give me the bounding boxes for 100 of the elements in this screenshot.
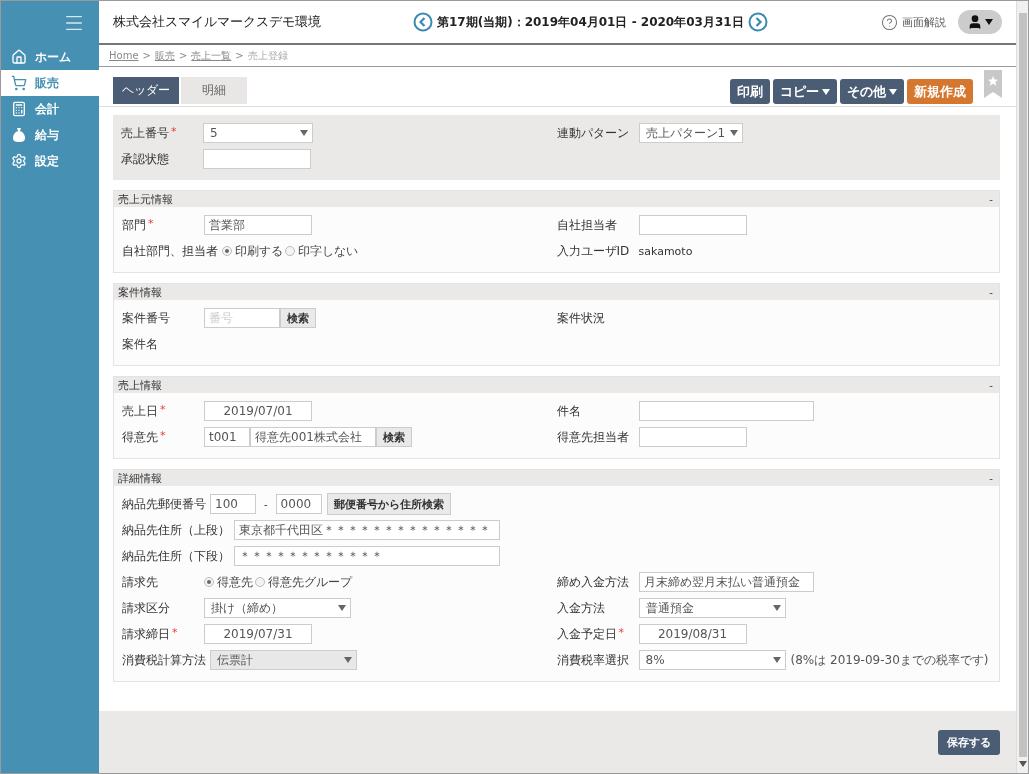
date-field[interactable]: 2019/07/01 <box>204 401 312 421</box>
tab[interactable]: ヘッダー <box>113 77 179 104</box>
input-field[interactable]: 0000 <box>275 494 322 514</box>
field-label: 得意先担当者 <box>556 428 629 446</box>
input-field[interactable]: 東京都千代田区＊＊＊＊＊＊＊＊＊＊＊＊＊＊ <box>234 520 500 540</box>
input-field[interactable]: 100 <box>210 494 256 514</box>
search-button[interactable]: 検索 <box>280 308 316 328</box>
field-label: 連動パターン <box>556 124 629 142</box>
input-field[interactable]: ＊＊＊＊＊＊＊＊＊＊＊＊ <box>234 546 500 566</box>
save-button[interactable]: 保存する <box>938 729 1000 755</box>
collapse-toggle[interactable]: - <box>989 193 993 205</box>
input-field[interactable]: 営業部 <box>204 215 312 235</box>
field-label: 案件名 <box>122 335 158 353</box>
home-icon <box>11 49 27 65</box>
collapse-toggle[interactable]: - <box>989 379 993 391</box>
company-name: 株式会社スマイルマークスデモ環境 <box>113 13 322 31</box>
sidebar-item[interactable]: 給与 <box>1 122 99 148</box>
date-field[interactable]: 2019/08/31 <box>638 624 747 644</box>
field-value: sakamoto <box>638 244 693 258</box>
radio-icon[interactable] <box>222 246 232 256</box>
caret-icon <box>300 130 308 136</box>
search-button[interactable]: 検索 <box>376 427 412 447</box>
user-icon <box>967 14 983 30</box>
breadcrumb-current: 売上登録 <box>247 48 288 63</box>
section-title: 売上情報 <box>118 377 162 393</box>
fiscal-period: 第17期(当期)：2019年04月01日 - 2020年03月31日 <box>437 13 744 31</box>
sidebar-item[interactable]: 会計 <box>1 96 99 122</box>
field-label: 納品先住所（下段） <box>122 547 230 565</box>
previous-period-icon[interactable] <box>413 12 433 32</box>
select-field[interactable]: 8% <box>638 650 786 670</box>
required-mark: * <box>160 428 166 444</box>
tab[interactable]: 明細 <box>181 77 247 104</box>
input-field[interactable] <box>638 215 747 235</box>
field-label: 承認状態 <box>121 150 169 168</box>
input-field[interactable] <box>203 149 311 169</box>
calculator-icon <box>11 101 27 117</box>
input-field[interactable]: t001 <box>204 427 250 447</box>
breadcrumb-link[interactable]: Home <box>109 50 139 61</box>
breadcrumb-link[interactable]: 販売 <box>154 48 175 63</box>
section-title: 詳細情報 <box>118 470 162 486</box>
caret-icon <box>822 88 830 95</box>
action-button[interactable]: コピー <box>773 79 837 104</box>
required-mark: * <box>160 402 166 418</box>
cart-icon <box>11 75 27 91</box>
caret-icon <box>985 19 993 25</box>
field-label: 請求締日 <box>122 625 170 643</box>
radio-icon[interactable] <box>285 246 295 256</box>
field-label: 入金予定日 <box>556 625 617 643</box>
date-field[interactable]: 2019/07/31 <box>204 624 312 644</box>
address-search-button[interactable]: 郵便番号から住所検索 <box>326 493 451 515</box>
breadcrumb-separator: > <box>178 50 188 61</box>
help-icon <box>881 13 898 31</box>
sidebar-item[interactable]: ホーム <box>1 44 99 70</box>
input-field[interactable] <box>638 401 814 421</box>
required-mark: * <box>171 124 177 140</box>
select-field[interactable]: 掛け（締め） <box>204 598 351 618</box>
field-label: 請求区分 <box>122 599 170 617</box>
radio-option[interactable]: 得意先グループ <box>255 573 352 591</box>
caret-icon <box>729 130 738 136</box>
field-label: 売上番号 <box>121 124 169 142</box>
field-label: 納品先住所（上段） <box>122 521 230 539</box>
field-label: 売上日 <box>122 402 158 420</box>
radio-option[interactable]: 印字しない <box>285 242 358 260</box>
caret-icon <box>889 88 897 95</box>
scrollbar[interactable] <box>1016 1 1028 773</box>
required-mark: * <box>172 625 178 641</box>
radio-option[interactable]: 得意先 <box>204 573 253 591</box>
next-period-icon[interactable] <box>747 12 768 32</box>
action-button[interactable]: 印刷 <box>730 79 770 104</box>
field-label: 案件状況 <box>556 309 605 327</box>
radio-option[interactable]: 印刷する <box>222 242 283 260</box>
help-link[interactable]: 画面解説 <box>881 13 946 31</box>
breadcrumb-link[interactable]: 売上一覧 <box>191 48 232 63</box>
field-label: 自社担当者 <box>556 216 617 234</box>
input-field[interactable] <box>638 427 747 447</box>
radio-icon[interactable] <box>204 577 214 587</box>
tax-note: (8%は 2019-09-30までの税率です) <box>790 651 989 669</box>
field-label: 入金方法 <box>556 599 605 617</box>
sidebar-item[interactable]: 販売 <box>1 70 99 96</box>
sidebar-item[interactable]: 設定 <box>1 148 99 174</box>
action-button[interactable]: その他 <box>840 79 904 104</box>
input-field[interactable]: 得意先001株式会社 <box>250 427 376 447</box>
select-field[interactable]: 売上パターン1 <box>638 123 743 143</box>
bookmark-icon[interactable] <box>984 70 1002 98</box>
scroll-down-icon[interactable] <box>1018 761 1027 767</box>
radio-icon[interactable] <box>255 577 265 587</box>
field-label: 件名 <box>556 402 581 420</box>
select-field[interactable]: 5 <box>203 123 313 143</box>
breadcrumb-separator: > <box>142 50 151 61</box>
field-label: 請求先 <box>122 573 158 591</box>
collapse-toggle[interactable]: - <box>989 286 993 298</box>
collapse-toggle[interactable]: - <box>989 472 993 484</box>
select-field[interactable]: 普通預金 <box>638 598 786 618</box>
user-menu-button[interactable] <box>958 10 1002 34</box>
caret-icon <box>772 605 781 611</box>
input-field[interactable]: 月末締め翌月末払い普通預金 <box>638 572 814 592</box>
field-label: 案件番号 <box>122 309 170 327</box>
required-mark: * <box>148 216 154 232</box>
field-label: 消費税率選択 <box>556 651 629 669</box>
caret-icon <box>772 657 781 663</box>
